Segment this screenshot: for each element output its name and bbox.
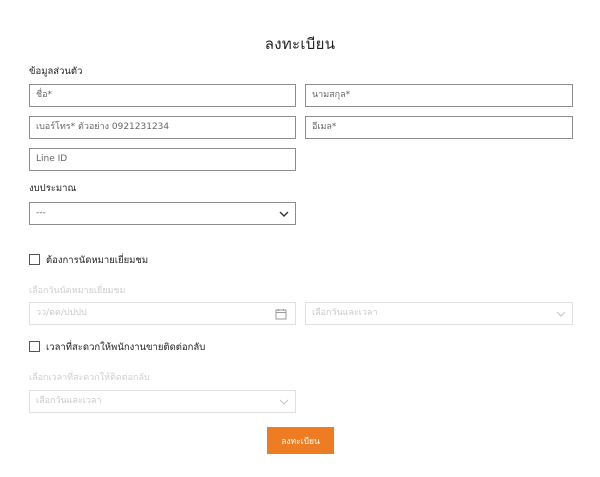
first-name-placeholder: ชื่อ* — [36, 90, 53, 100]
email-input[interactable]: อีเมล* — [305, 116, 573, 139]
budget-selected-value: --- — [36, 208, 46, 218]
appointment-time-select[interactable]: เลือกวันและเวลา — [305, 302, 573, 325]
appointment-checkbox[interactable] — [29, 254, 40, 265]
register-button[interactable]: ลงทะเบียน — [267, 427, 334, 454]
personal-info-heading: ข้อมูลส่วนตัว — [29, 66, 83, 77]
budget-select[interactable]: --- — [29, 202, 296, 225]
calendar-icon[interactable] — [275, 308, 287, 320]
first-name-input[interactable]: ชื่อ* — [29, 84, 296, 107]
callback-hint: เลือกเวลาที่สะดวกให้ติดต่อกลับ — [29, 373, 150, 383]
last-name-placeholder: นามสกุล* — [312, 90, 351, 100]
email-placeholder: อีเมล* — [312, 122, 337, 132]
phone-placeholder: เบอร์โทร* ตัวอย่าง 0921231234 — [36, 122, 170, 132]
chevron-down-icon — [279, 399, 289, 405]
appointment-time-value: เลือกวันและเวลา — [312, 308, 378, 318]
phone-input[interactable]: เบอร์โทร* ตัวอย่าง 0921231234 — [29, 116, 296, 139]
last-name-input[interactable]: นามสกุล* — [305, 84, 573, 107]
callback-checkbox[interactable] — [29, 341, 40, 352]
callback-time-value: เลือกวันและเวลา — [36, 396, 102, 406]
chevron-down-icon — [556, 311, 566, 317]
chevron-down-icon — [279, 211, 289, 217]
appointment-hint: เลือกวันนัดหมายเยี่ยมชม — [29, 286, 126, 296]
appointment-checkbox-label: ต้องการนัดหมายเยี่ยมชม — [46, 255, 149, 266]
line-id-placeholder: Line ID — [36, 154, 68, 164]
budget-heading: งบประมาณ — [29, 183, 77, 194]
callback-time-select[interactable]: เลือกวันและเวลา — [29, 390, 296, 413]
appointment-date-placeholder: วว/ดด/ปปปป — [36, 308, 87, 318]
appointment-date-input[interactable]: วว/ดด/ปปปป — [29, 302, 296, 325]
line-id-input[interactable]: Line ID — [29, 148, 296, 171]
page-title: ลงทะเบียน — [264, 35, 336, 53]
callback-checkbox-label: เวลาที่สะดวกให้พนักงานขายติดต่อกลับ — [46, 342, 206, 353]
